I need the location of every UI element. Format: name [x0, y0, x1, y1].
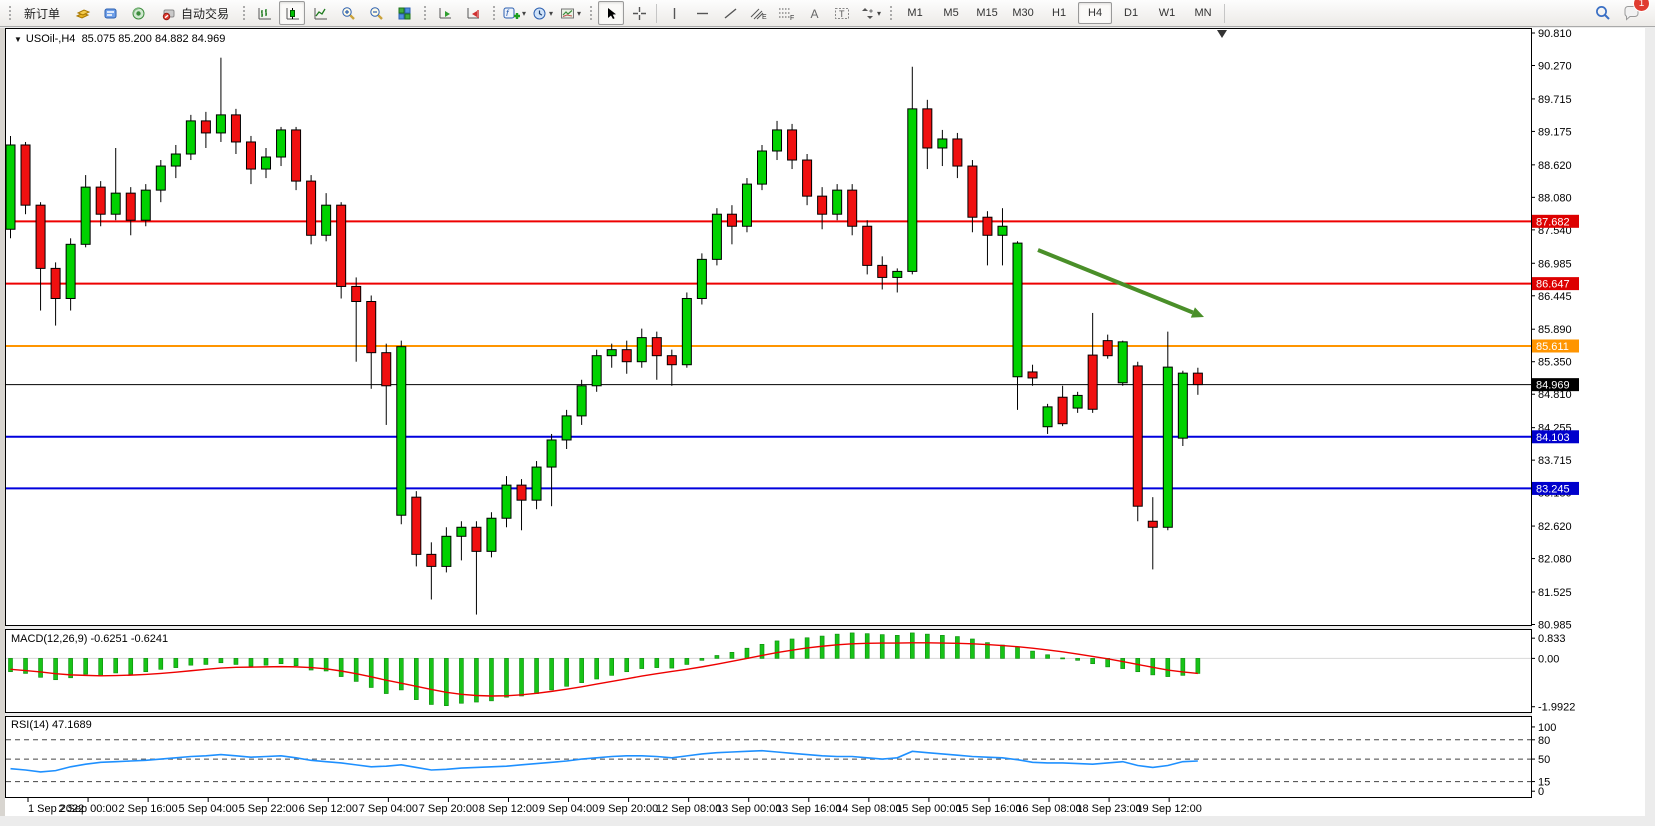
- time-axis[interactable]: [5, 798, 1645, 816]
- market-watch-button[interactable]: [69, 1, 95, 25]
- templates-icon: [559, 5, 576, 22]
- chart-shift-icon: [465, 5, 482, 22]
- navigator-icon: [130, 5, 147, 22]
- add-indicator-icon: f: [502, 5, 521, 22]
- main-toolbar: 新订单 自动交易: [0, 0, 1655, 27]
- auto-scroll-button[interactable]: [432, 1, 458, 25]
- zoom-in-icon: [340, 5, 357, 22]
- tf-button-H1[interactable]: H1: [1042, 2, 1076, 24]
- arrows-button[interactable]: ▾: [857, 1, 883, 25]
- svg-text:E: E: [762, 14, 767, 21]
- tf-button-M30[interactable]: M30: [1006, 2, 1040, 24]
- tf-button-W1[interactable]: W1: [1150, 2, 1184, 24]
- crosshair-button[interactable]: [626, 1, 652, 25]
- macd-indicator-label: MACD(12,26,9) -0.6251 -0.6241: [11, 633, 168, 645]
- chevron-down-icon: ▾: [522, 9, 526, 18]
- text-button[interactable]: A: [801, 1, 827, 25]
- tile-windows-icon: [396, 5, 413, 22]
- label-icon: T: [833, 5, 852, 22]
- horizontal-line-button[interactable]: [689, 1, 715, 25]
- timeframe-bar: M1M5M15M30H1H4D1W1MN: [897, 2, 1221, 24]
- cursor-button[interactable]: [598, 1, 624, 25]
- chart-title[interactable]: ▼ USOil-,H4 85.075 85.200 84.882 84.969: [14, 33, 225, 45]
- line-chart-button[interactable]: [307, 1, 333, 25]
- data-window-button[interactable]: [97, 1, 123, 25]
- candlestick-button[interactable]: [279, 1, 305, 25]
- new-order-button[interactable]: 新订单: [17, 1, 67, 25]
- toolbar-grip[interactable]: [491, 4, 496, 22]
- trendline-button[interactable]: [717, 1, 743, 25]
- window-bottom-edge: [0, 816, 1655, 826]
- chevron-down-icon: ▾: [549, 9, 553, 18]
- data-window-icon: [102, 5, 119, 22]
- tf-button-M5[interactable]: M5: [934, 2, 968, 24]
- crosshair-icon: [631, 5, 648, 22]
- chevron-down-icon: ▾: [877, 9, 881, 18]
- zoom-out-button[interactable]: [363, 1, 389, 25]
- vertical-line-button[interactable]: [661, 1, 687, 25]
- tile-windows-button[interactable]: [391, 1, 417, 25]
- channel-button[interactable]: E: [745, 1, 771, 25]
- periods-button[interactable]: ▾: [529, 1, 555, 25]
- toolbar-grip[interactable]: [241, 4, 246, 22]
- templates-button[interactable]: ▾: [557, 1, 583, 25]
- price-axis[interactable]: [1532, 28, 1645, 798]
- horizontal-line-icon: [694, 5, 711, 22]
- candlestick-icon: [284, 5, 301, 22]
- label-button[interactable]: T: [829, 1, 855, 25]
- svg-text:T: T: [839, 9, 845, 19]
- tf-button-MN[interactable]: MN: [1186, 2, 1220, 24]
- autotrade-label: 自动交易: [181, 5, 229, 22]
- chat-button[interactable]: 1: [1618, 1, 1644, 25]
- toolbar-grip[interactable]: [588, 4, 593, 22]
- toolbar-grip[interactable]: [7, 4, 12, 22]
- text-icon: A: [806, 5, 823, 22]
- autotrade-button[interactable]: 自动交易: [153, 1, 236, 25]
- bar-chart-button[interactable]: [251, 1, 277, 25]
- bar-chart-icon: [256, 5, 273, 22]
- toolbar-separator: [1224, 4, 1225, 23]
- symbol-period-label: USOil-,H4: [26, 33, 76, 45]
- chart-shift-button[interactable]: [460, 1, 486, 25]
- rsi-panel[interactable]: [5, 716, 1532, 798]
- channel-icon: E: [749, 5, 768, 22]
- zoom-out-icon: [368, 5, 385, 22]
- window-right-edge: [1645, 28, 1655, 826]
- navigator-button[interactable]: [125, 1, 151, 25]
- macd-panel[interactable]: [5, 629, 1532, 713]
- add-indicator-button[interactable]: f ▾: [501, 1, 527, 25]
- trendline-icon: [722, 5, 739, 22]
- svg-text:F: F: [790, 15, 794, 22]
- autotrade-icon: [160, 5, 177, 22]
- toolbar-separator: [656, 4, 657, 23]
- tf-button-M1[interactable]: M1: [898, 2, 932, 24]
- svg-text:A: A: [810, 7, 818, 21]
- fibonacci-icon: F: [777, 5, 796, 22]
- ohlc-readout: 85.075 85.200 84.882 84.969: [82, 33, 226, 45]
- chart-title-expander-icon[interactable]: ▼: [14, 35, 22, 44]
- market-watch-icon: [74, 5, 91, 22]
- search-button[interactable]: [1590, 1, 1616, 25]
- tf-button-H4[interactable]: H4: [1078, 2, 1112, 24]
- periods-icon: [531, 5, 548, 22]
- vertical-line-icon: [666, 5, 683, 22]
- main-chart-panel[interactable]: [5, 28, 1532, 626]
- rsi-indicator-label: RSI(14) 47.1689: [11, 719, 92, 731]
- toolbar-grip[interactable]: [422, 4, 427, 22]
- search-icon: [1594, 4, 1612, 22]
- chevron-down-icon: ▾: [577, 9, 581, 18]
- new-order-label: 新订单: [24, 5, 60, 22]
- cursor-icon: [603, 5, 620, 22]
- fibonacci-button[interactable]: F: [773, 1, 799, 25]
- toolbar-grip[interactable]: [888, 4, 893, 22]
- arrows-icon: [859, 5, 876, 22]
- line-chart-icon: [312, 5, 329, 22]
- zoom-in-button[interactable]: [335, 1, 361, 25]
- notification-badge: 1: [1633, 0, 1650, 12]
- auto-scroll-icon: [437, 5, 454, 22]
- tf-button-M15[interactable]: M15: [970, 2, 1004, 24]
- tf-button-D1[interactable]: D1: [1114, 2, 1148, 24]
